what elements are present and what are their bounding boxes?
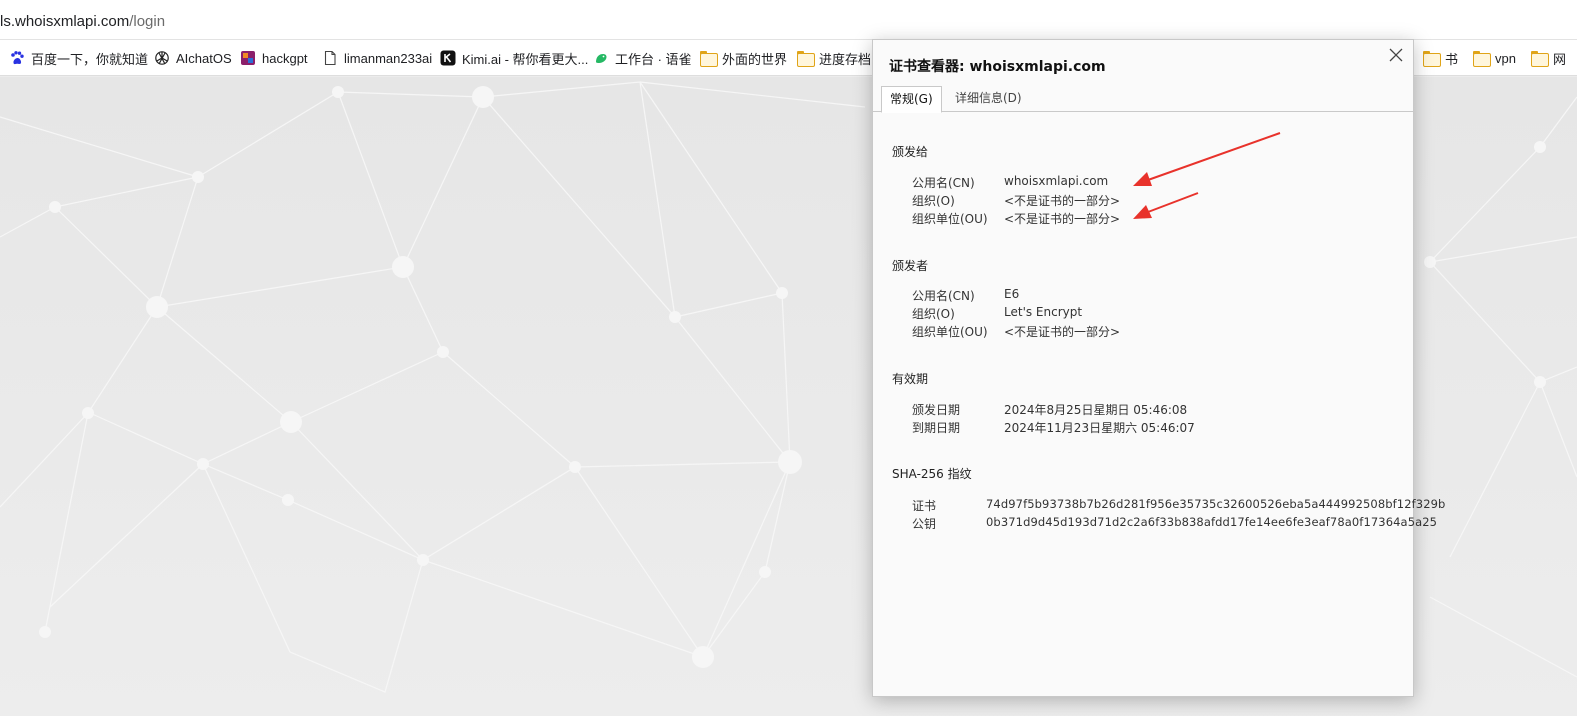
field-value: 2024年8月25日星期日 05:46:08 xyxy=(1004,403,1188,417)
kimi-logo-icon xyxy=(440,50,456,66)
bookmark-folder-progress[interactable]: 进度存档 xyxy=(797,49,871,67)
bookmark-limanman233ai[interactable]: limanman233ai xyxy=(322,49,432,67)
field-label: 组织(O) xyxy=(912,307,955,321)
bookmark-label: 网 xyxy=(1553,51,1567,67)
bookmark-folder-books[interactable]: 书 xyxy=(1423,49,1458,67)
bookmark-aichatos[interactable]: AIchatOS xyxy=(154,49,232,67)
field-label: 到期日期 xyxy=(912,421,961,435)
bookmark-kimi[interactable]: Kimi.ai - 帮你看更大... xyxy=(440,49,588,67)
url-host: ls.whoisxmlapi.com xyxy=(0,13,130,30)
hackgpt-logo-icon xyxy=(241,51,255,65)
bookmark-folder-vpn[interactable]: vpn xyxy=(1473,49,1516,67)
folder-icon xyxy=(797,50,815,67)
bookmark-label: AIchatOS xyxy=(176,50,232,66)
url-path: /login xyxy=(129,13,166,30)
field-label: 证书 xyxy=(912,499,937,513)
tab-details[interactable]: 详细信息(D) xyxy=(947,86,1030,112)
bookmark-yuque[interactable]: 工作台 · 语雀 xyxy=(593,49,692,67)
tab-bar: 常规(G) 详细信息(D) xyxy=(873,86,1413,113)
field-value: 0b371d9d45d193d71d2c2a6f33b838afdd17fe14… xyxy=(986,515,1438,529)
field-label: 公用名(CN) xyxy=(912,176,975,190)
bookmark-label: limanman233ai xyxy=(344,50,433,66)
folder-icon xyxy=(1423,50,1441,67)
field-value: whoisxmlapi.com xyxy=(1004,174,1109,188)
page-icon xyxy=(324,50,336,66)
openai-knot-icon xyxy=(155,51,169,65)
certificate-viewer-dialog: 证书查看器: whoisxmlapi.com 常规(G) 详细信息(D) 颁发给… xyxy=(872,39,1445,697)
bookmark-folder-world[interactable]: 外面的世界 xyxy=(700,49,787,67)
folder-icon xyxy=(700,50,718,67)
bookmark-label: 工作台 · 语雀 xyxy=(615,51,692,67)
bookmark-label: 百度一下，你就知道 xyxy=(31,51,149,67)
field-value: 74d97f5b93738b7b26d281f956e35735c3260052… xyxy=(986,497,1446,511)
bookmark-label: 外面的世界 xyxy=(722,51,788,67)
field-label: 组织单位(OU) xyxy=(912,325,988,339)
folder-icon xyxy=(1531,50,1549,67)
address-bar[interactable]: ls.whoisxmlapi.com/login xyxy=(0,0,1577,40)
bookmark-label: 进度存档 xyxy=(819,51,872,67)
field-label: 公用名(CN) xyxy=(912,289,975,303)
bookmark-hackgpt[interactable]: hackgpt xyxy=(240,49,308,67)
field-value: <不是证书的一部分> xyxy=(1004,212,1121,226)
section-title-issued-by: 颁发者 xyxy=(892,259,929,273)
section-title-validity: 有效期 xyxy=(892,372,929,386)
field-label: 公钥 xyxy=(912,517,937,531)
bookmark-label: Kimi.ai - 帮你看更大... xyxy=(462,51,589,67)
field-value: <不是证书的一部分> xyxy=(1004,194,1121,208)
field-label: 组织(O) xyxy=(912,194,955,208)
section-title-issued-to: 颁发给 xyxy=(892,145,929,159)
bookmark-label: vpn xyxy=(1495,50,1516,66)
field-label: 组织单位(OU) xyxy=(912,212,988,226)
field-value: E6 xyxy=(1004,287,1020,301)
yuque-logo-icon xyxy=(596,54,607,63)
bookmark-baidu[interactable]: 百度一下，你就知道 xyxy=(9,49,148,67)
folder-icon xyxy=(1473,50,1491,67)
baidu-paw-icon xyxy=(11,51,24,65)
field-value: 2024年11月23日星期六 05:46:07 xyxy=(1004,421,1195,435)
dialog-title: 证书查看器: whoisxmlapi.com xyxy=(889,59,1106,75)
close-icon[interactable] xyxy=(1387,46,1405,64)
url-text[interactable]: ls.whoisxmlapi.com/login xyxy=(0,13,165,30)
section-title-fingerprints: SHA-256 指纹 xyxy=(892,467,972,481)
bookmark-label: 书 xyxy=(1445,51,1459,67)
bookmark-folder-web[interactable]: 网 xyxy=(1531,49,1577,67)
field-value: <不是证书的一部分> xyxy=(1004,325,1121,339)
field-label: 颁发日期 xyxy=(912,403,961,417)
tab-general[interactable]: 常规(G) xyxy=(881,86,942,113)
field-value: Let's Encrypt xyxy=(1004,305,1083,319)
bookmark-label: hackgpt xyxy=(262,50,308,66)
